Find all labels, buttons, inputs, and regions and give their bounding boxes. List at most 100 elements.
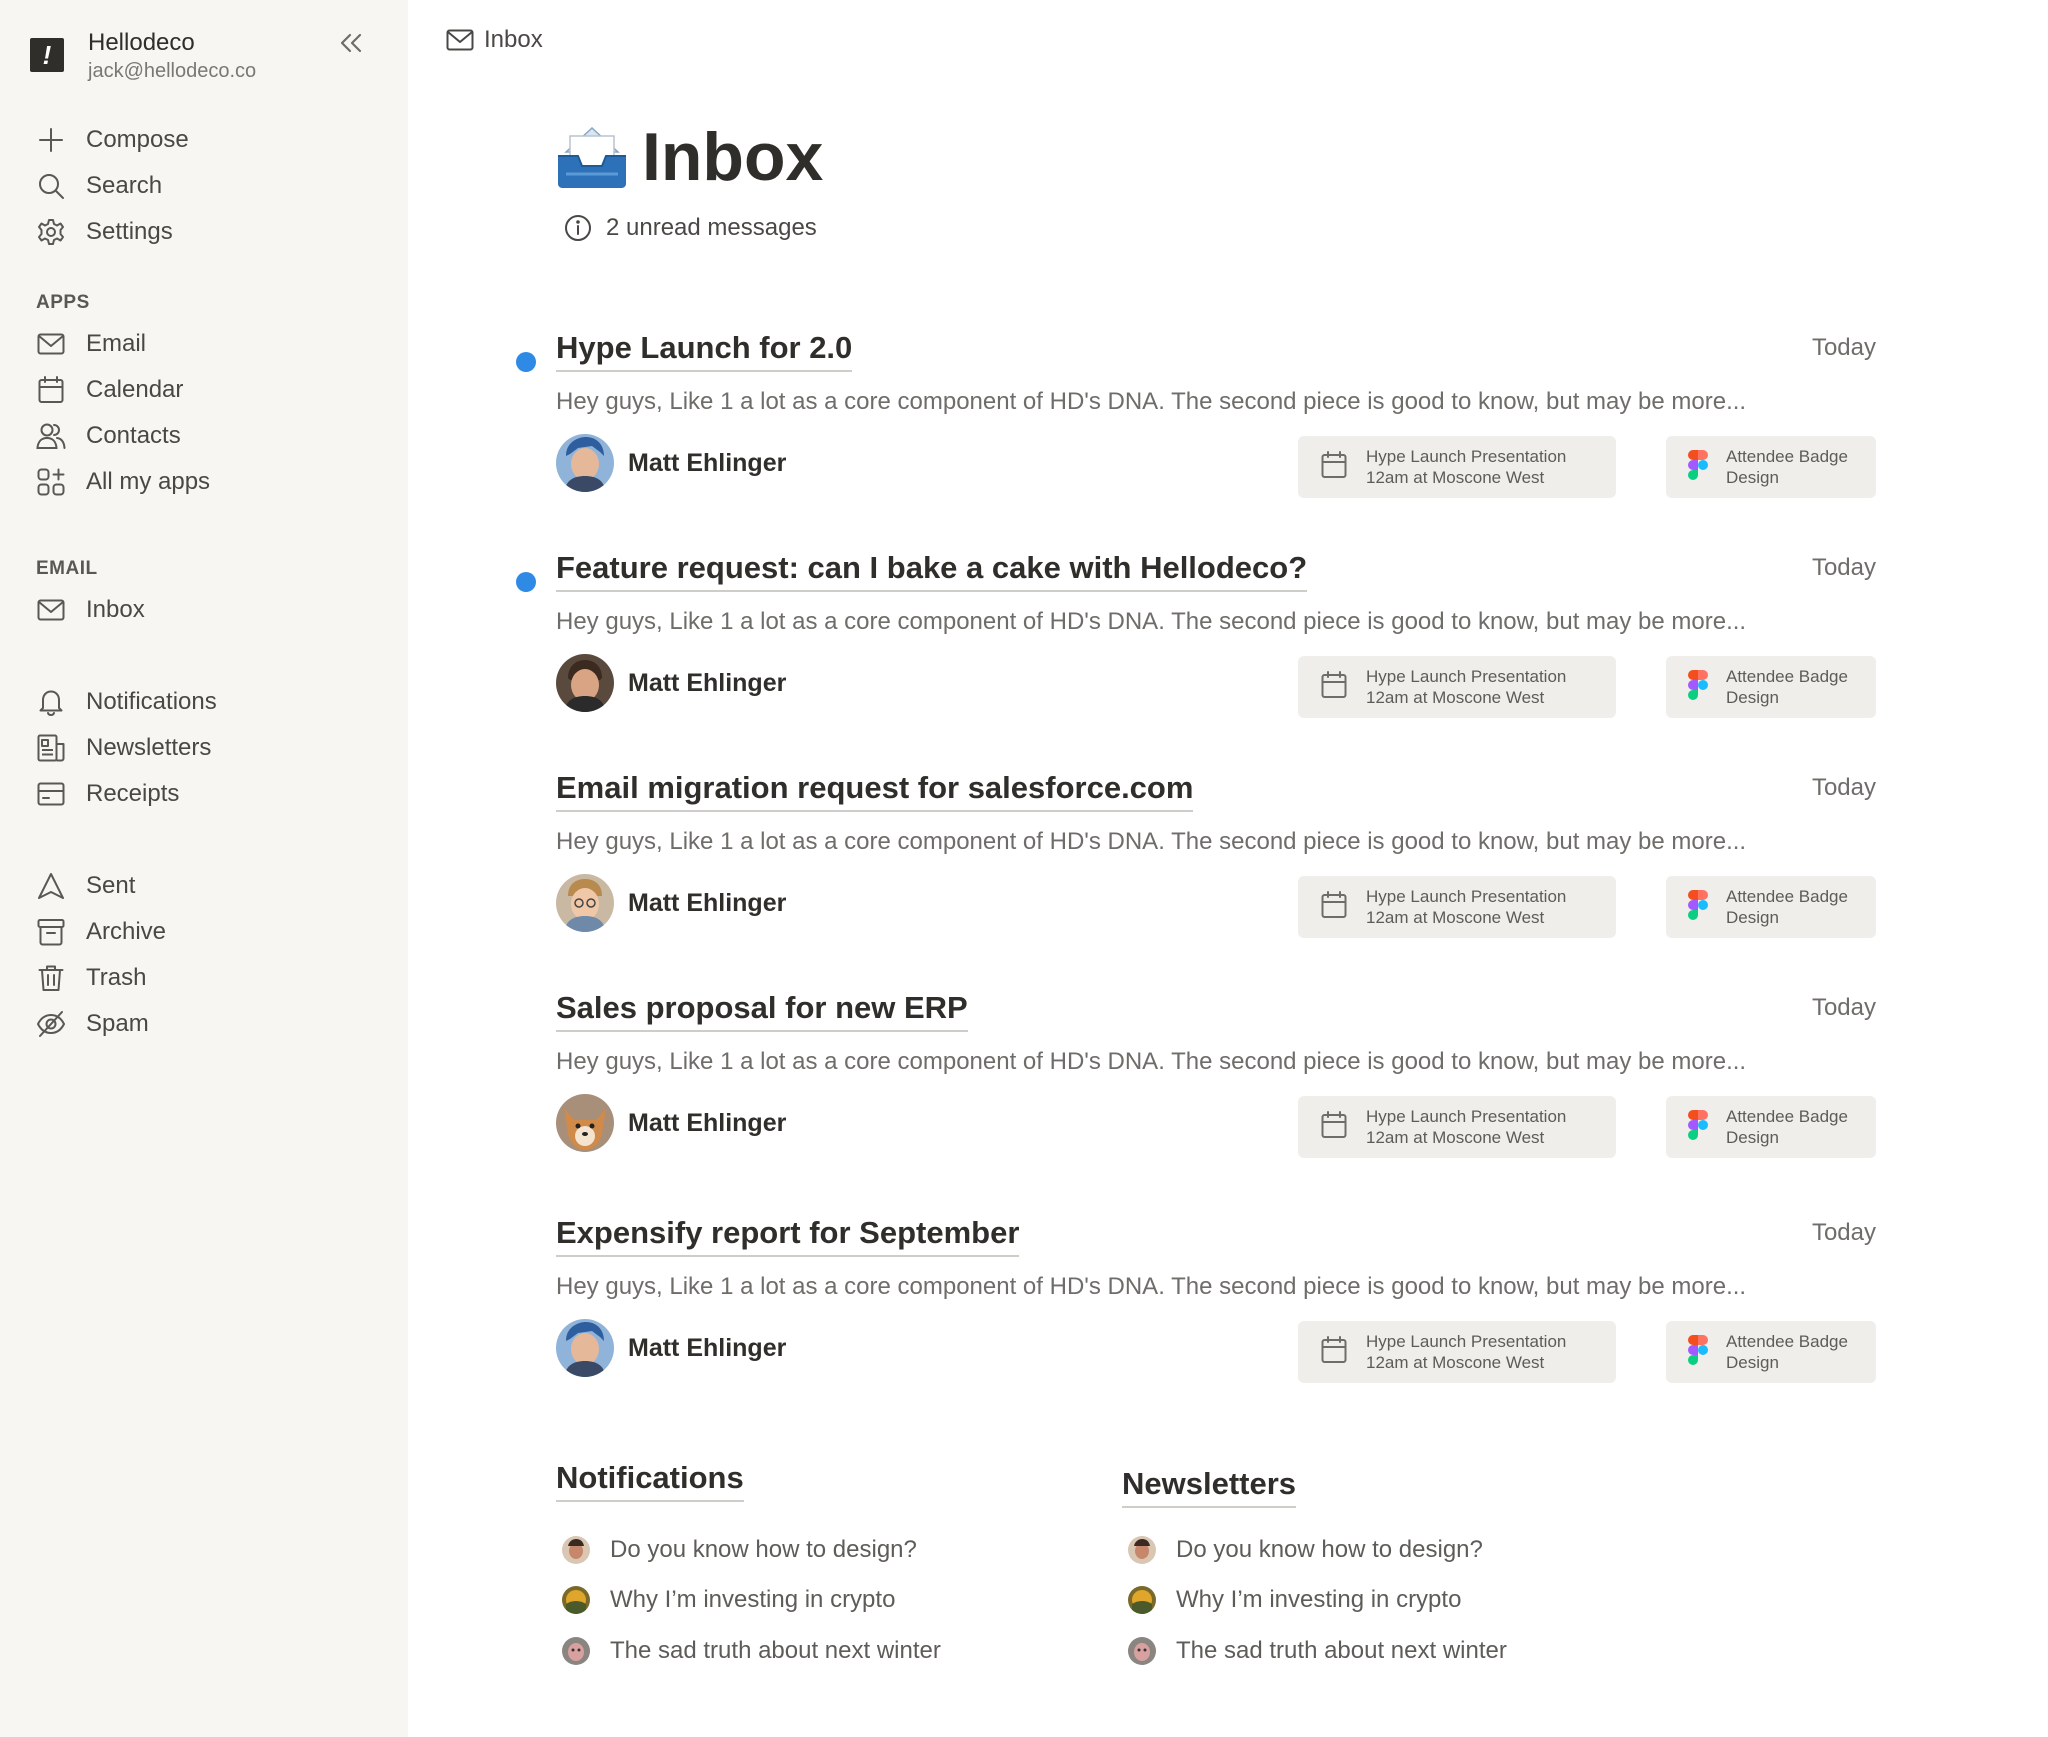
file-title-line1: Attendee Badge	[1726, 447, 1848, 466]
event-attachment-chip[interactable]: Hype Launch Presentation 12am at Moscone…	[1298, 656, 1616, 718]
sender-name: Matt Ehlinger	[628, 1333, 787, 1362]
inbox-tray-icon	[558, 126, 626, 188]
message-subject[interactable]: Feature request: can I bake a cake with …	[556, 550, 1308, 592]
figma-attachment-chip[interactable]: Attendee Badge Design	[1666, 1321, 1876, 1383]
newsletters-item-label: The sad truth about next winter	[1176, 1637, 1507, 1664]
newsletters-item-label: Why I’m investing in crypto	[1176, 1586, 1462, 1613]
file-title-line1: Attendee Badge	[1726, 1332, 1848, 1351]
sidebar-item-all-apps[interactable]: All my apps	[34, 462, 210, 502]
notifications-heading[interactable]: Notifications	[556, 1460, 744, 1502]
sidebar-item-email[interactable]: Email	[34, 324, 146, 364]
collapse-sidebar-button[interactable]	[336, 28, 366, 58]
workspace-logo: !	[30, 38, 64, 72]
avatar	[1128, 1637, 1156, 1665]
message-subject[interactable]: Email migration request for salesforce.c…	[556, 770, 1194, 812]
figma-icon	[1688, 1109, 1708, 1145]
sidebar-item-label: Notifications	[86, 688, 217, 715]
avatar	[1128, 1536, 1156, 1564]
newsletters-item[interactable]: Why I’m investing in crypto	[1128, 1586, 1461, 1614]
figma-attachment-chip[interactable]: Attendee Badge Design	[1666, 876, 1876, 938]
notifications-item[interactable]: Do you know how to design?	[562, 1536, 917, 1564]
event-details: 12am at Moscone West	[1366, 468, 1545, 487]
sidebar-item-label: Inbox	[86, 596, 145, 623]
calendar-icon	[34, 373, 68, 407]
figma-attachment-chip[interactable]: Attendee Badge Design	[1666, 1096, 1876, 1158]
sidebar-item-inbox[interactable]: Inbox	[34, 590, 145, 630]
sidebar-item-archive[interactable]: Archive	[34, 912, 166, 952]
notifications-item-label: The sad truth about next winter	[610, 1637, 941, 1664]
event-details: 12am at Moscone West	[1366, 1353, 1545, 1372]
message-subject[interactable]: Sales proposal for new ERP	[556, 990, 968, 1032]
message-date: Today	[1811, 774, 1876, 801]
sidebar-item-search[interactable]: Search	[34, 166, 162, 206]
message-subject[interactable]: Expensify report for September	[556, 1215, 1020, 1257]
unread-dot	[516, 572, 536, 592]
event-chip-text: Hype Launch Presentation 12am at Moscone…	[1366, 446, 1566, 488]
breadcrumb[interactable]: Inbox	[446, 26, 543, 54]
event-attachment-chip[interactable]: Hype Launch Presentation 12am at Moscone…	[1298, 876, 1616, 938]
message-sender[interactable]: Matt Ehlinger	[556, 1319, 786, 1377]
event-title: Hype Launch Presentation	[1366, 887, 1567, 906]
message-row[interactable]: Expensify report for September Today Hey…	[516, 1215, 1876, 1405]
figma-attachment-chip[interactable]: Attendee Badge Design	[1666, 436, 1876, 498]
event-attachment-chip[interactable]: Hype Launch Presentation 12am at Moscone…	[1298, 1096, 1616, 1158]
event-chip-text: Hype Launch Presentation 12am at Moscone…	[1366, 1106, 1566, 1148]
sidebar-item-spam[interactable]: Spam	[34, 1004, 149, 1044]
section-label-apps: APPS	[36, 292, 90, 313]
notifications-item-label: Why I’m investing in crypto	[610, 1586, 896, 1613]
avatar	[556, 1094, 614, 1152]
message-row[interactable]: Hype Launch for 2.0 Today Hey guys, Like…	[516, 330, 1876, 520]
file-title-line2: Design	[1726, 688, 1779, 707]
message-row[interactable]: Email migration request for salesforce.c…	[516, 770, 1876, 960]
sidebar-item-calendar[interactable]: Calendar	[34, 370, 183, 410]
message-row[interactable]: Sales proposal for new ERP Today Hey guy…	[516, 990, 1876, 1180]
search-icon	[34, 169, 68, 203]
message-sender[interactable]: Matt Ehlinger	[556, 434, 786, 492]
sidebar-item-trash[interactable]: Trash	[34, 958, 146, 998]
newsletters-item-label: Do you know how to design?	[1176, 1536, 1483, 1563]
file-title-line1: Attendee Badge	[1726, 1107, 1848, 1126]
message-date: Today	[1811, 334, 1876, 361]
sidebar-item-contacts[interactable]: Contacts	[34, 416, 181, 456]
sidebar-item-label: Receipts	[86, 780, 180, 807]
sidebar-item-compose[interactable]: Compose	[34, 120, 189, 160]
workspace-switcher[interactable]: ! Hellodeco jack@hellodeco.co	[30, 28, 256, 84]
message-sender[interactable]: Matt Ehlinger	[556, 654, 786, 712]
sidebar-item-settings[interactable]: Settings	[34, 212, 173, 252]
notifications-item[interactable]: Why I’m investing in crypto	[562, 1586, 895, 1614]
sidebar-item-sent[interactable]: Sent	[34, 866, 135, 906]
message-date: Today	[1811, 1219, 1876, 1246]
archive-icon	[34, 915, 68, 949]
event-details: 12am at Moscone West	[1366, 1128, 1545, 1147]
avatar	[556, 654, 614, 712]
unread-dot	[516, 352, 536, 372]
workspace-name: Hellodeco	[88, 29, 195, 56]
newsletters-item[interactable]: Do you know how to design?	[1128, 1536, 1483, 1564]
sender-name: Matt Ehlinger	[628, 668, 787, 697]
event-chip-text: Hype Launch Presentation 12am at Moscone…	[1366, 1331, 1566, 1373]
avatar	[556, 1319, 614, 1377]
message-sender[interactable]: Matt Ehlinger	[556, 874, 786, 932]
message-preview: Hey guys, Like 1 a lot as a core compone…	[556, 1048, 1747, 1075]
figma-attachment-chip[interactable]: Attendee Badge Design	[1666, 656, 1876, 718]
message-sender[interactable]: Matt Ehlinger	[556, 1094, 786, 1152]
newsletters-item[interactable]: The sad truth about next winter	[1128, 1637, 1507, 1665]
newsletters-heading[interactable]: Newsletters	[1122, 1466, 1297, 1508]
message-subject[interactable]: Hype Launch for 2.0	[556, 330, 853, 372]
sender-name: Matt Ehlinger	[628, 448, 787, 477]
workspace-info: Hellodeco jack@hellodeco.co	[88, 28, 256, 84]
event-attachment-chip[interactable]: Hype Launch Presentation 12am at Moscone…	[1298, 1321, 1616, 1383]
sidebar-item-notifications[interactable]: Notifications	[34, 682, 217, 722]
file-title-line2: Design	[1726, 1353, 1779, 1372]
sidebar-item-label: Search	[86, 172, 163, 199]
avatar	[562, 1586, 590, 1614]
sidebar-item-newsletters[interactable]: Newsletters	[34, 728, 211, 768]
event-attachment-chip[interactable]: Hype Launch Presentation 12am at Moscone…	[1298, 436, 1616, 498]
sidebar-item-label: Sent	[86, 872, 136, 899]
sidebar-item-receipts[interactable]: Receipts	[34, 774, 179, 814]
figma-icon	[1688, 889, 1708, 925]
message-row[interactable]: Feature request: can I bake a cake with …	[516, 550, 1876, 740]
event-chip-text: Hype Launch Presentation 12am at Moscone…	[1366, 886, 1566, 928]
notifications-item[interactable]: The sad truth about next winter	[562, 1637, 941, 1665]
event-title: Hype Launch Presentation	[1366, 447, 1567, 466]
